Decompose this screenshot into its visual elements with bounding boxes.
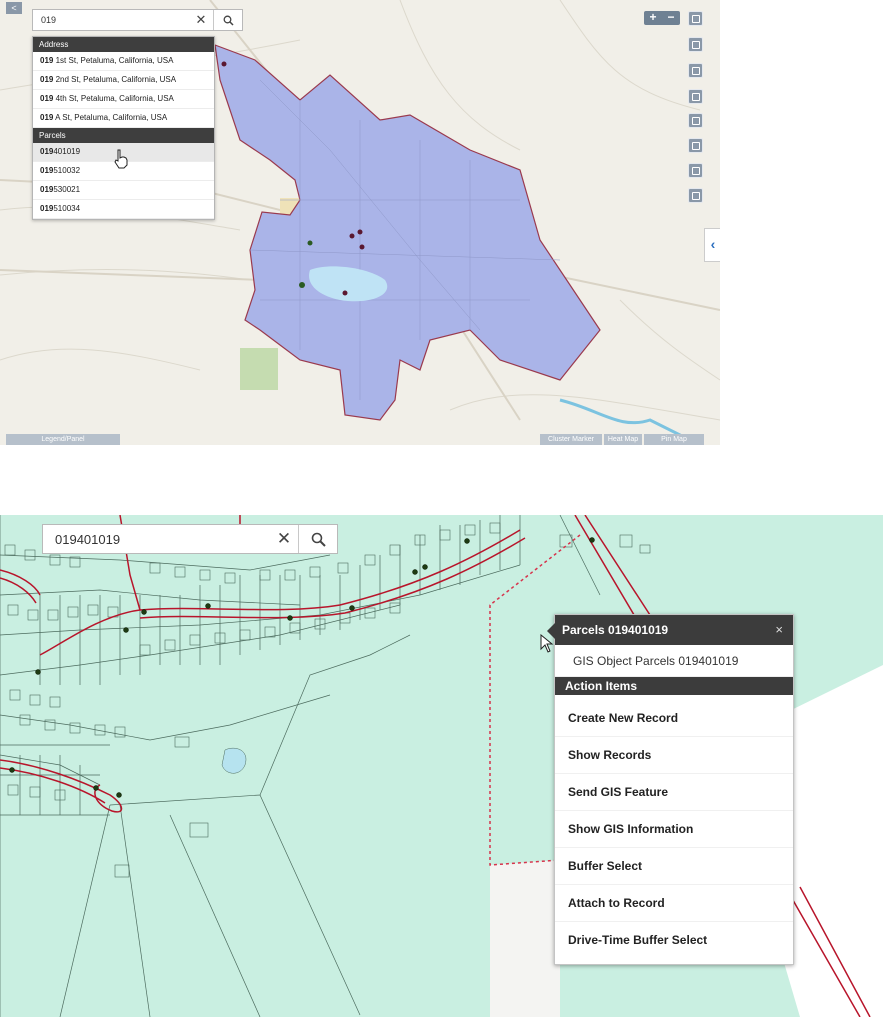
popup-pointer	[547, 623, 555, 639]
show-gis-information-action[interactable]: Show GIS Information	[555, 811, 793, 848]
address-suggestion[interactable]: 019 4th St, Petaluma, California, USA	[33, 90, 214, 109]
drive-time-buffer-select-action[interactable]: Drive-Time Buffer Select	[555, 922, 793, 958]
unparceled-area	[490, 860, 560, 1017]
parcel-suggestion[interactable]: 019530021	[33, 181, 214, 200]
search-icon	[311, 532, 326, 547]
back-button[interactable]: <	[6, 2, 22, 14]
identify-icon[interactable]	[688, 113, 703, 128]
measure-icon[interactable]	[688, 138, 703, 153]
clear-icon[interactable]: ✕	[189, 10, 213, 30]
print-icon[interactable]	[688, 188, 703, 203]
address-suggestion[interactable]: 019 A St, Petaluma, California, USA	[33, 109, 214, 128]
buffer-select-action[interactable]: Buffer Select	[555, 848, 793, 885]
popup-subtitle: GIS Object Parcels 019401019	[555, 645, 793, 677]
home-extent-button[interactable]	[688, 11, 703, 26]
popup-title-bar: Parcels 019401019 ×	[555, 615, 793, 645]
parcel-info-popup: Parcels 019401019 × GIS Object Parcels 0…	[547, 614, 794, 965]
search-icon	[223, 15, 234, 26]
legend-panel-button[interactable]: Legend/Panel	[6, 434, 120, 445]
attach-to-record-action[interactable]: Attach to Record	[555, 885, 793, 922]
clear-icon[interactable]: ✕	[270, 525, 298, 553]
parcels-section-header: Parcels	[33, 128, 214, 143]
parcel-suggestion[interactable]: 019510034	[33, 200, 214, 219]
hand-cursor-icon	[114, 149, 128, 169]
cluster-marker-button[interactable]: Cluster Marker	[540, 434, 602, 445]
search-input[interactable]	[43, 525, 270, 553]
draw-icon[interactable]	[688, 163, 703, 178]
panel-collapse-chevron-icon[interactable]: ‹	[704, 228, 720, 262]
send-gis-feature-action[interactable]: Send GIS Feature	[555, 774, 793, 811]
create-new-record-action[interactable]: Create New Record	[555, 700, 793, 737]
zoom-in-button[interactable]: +	[644, 11, 662, 25]
show-records-action[interactable]: Show Records	[555, 737, 793, 774]
heat-map-button[interactable]: Heat Map	[604, 434, 642, 445]
pond	[221, 747, 247, 774]
search-bar: ✕	[42, 524, 338, 554]
locate-icon[interactable]	[688, 37, 703, 52]
search-bar: ✕	[32, 9, 243, 31]
overview-map-panel[interactable]: < ✕ Address 019 1st St, Petaluma, Califo…	[0, 0, 720, 445]
address-suggestion[interactable]: 019 2nd St, Petaluma, California, USA	[33, 71, 214, 90]
layers-icon[interactable]	[688, 89, 703, 104]
bookmark-icon[interactable]	[688, 63, 703, 78]
park-area	[240, 348, 278, 390]
close-icon[interactable]: ×	[775, 615, 783, 645]
popup-title: Parcels 019401019	[562, 623, 669, 637]
zoom-controls: + −	[644, 11, 680, 25]
pin-map-button[interactable]: Pin Map	[644, 434, 704, 445]
action-items-header: Action Items	[555, 677, 793, 695]
search-button[interactable]	[213, 10, 242, 30]
search-input[interactable]	[33, 10, 189, 30]
search-button[interactable]	[298, 525, 337, 553]
address-suggestion[interactable]: 019 1st St, Petaluma, California, USA	[33, 52, 214, 71]
address-section-header: Address	[33, 37, 214, 52]
action-items-list: Create New Record Show Records Send GIS …	[555, 695, 793, 964]
search-suggestions-dropdown: Address 019 1st St, Petaluma, California…	[32, 36, 215, 220]
zoom-out-button[interactable]: −	[662, 11, 680, 25]
